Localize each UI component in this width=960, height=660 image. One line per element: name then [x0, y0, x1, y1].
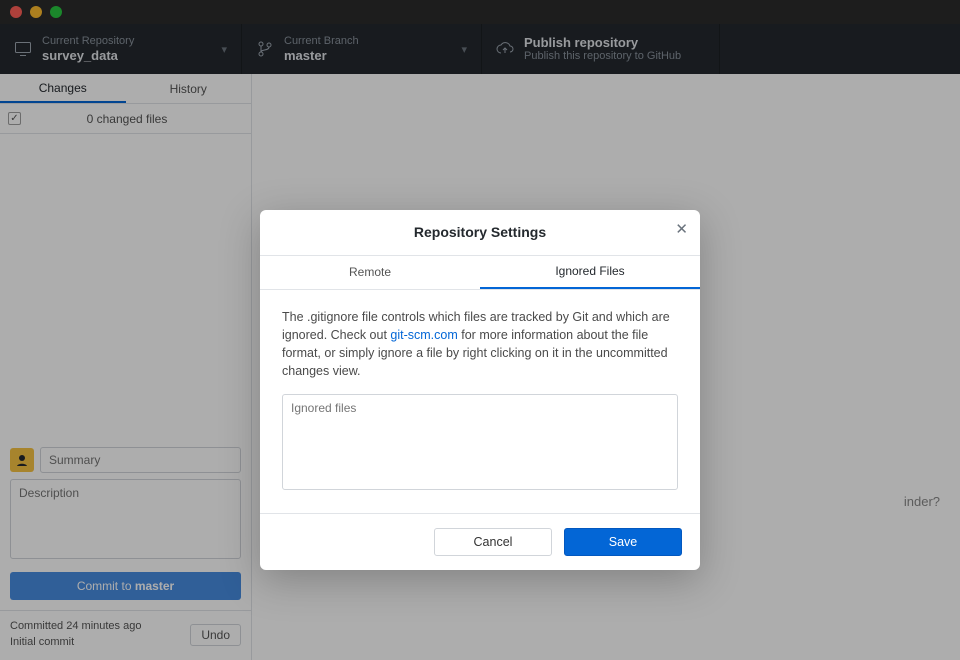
tab-ignored-files[interactable]: Ignored Files	[480, 256, 700, 289]
app-window: Current Repository survey_data ▾ Current…	[0, 0, 960, 660]
save-button[interactable]: Save	[564, 528, 682, 556]
modal-body: The .gitignore file controls which files…	[260, 290, 700, 514]
modal-tabs: Remote Ignored Files	[260, 256, 700, 290]
cancel-button[interactable]: Cancel	[434, 528, 552, 556]
tab-remote[interactable]: Remote	[260, 256, 480, 289]
modal-title: Repository Settings	[414, 224, 546, 240]
ignored-files-textarea[interactable]	[282, 394, 678, 490]
git-scm-link[interactable]: git-scm.com	[390, 328, 457, 342]
modal-footer: Cancel Save	[260, 513, 700, 570]
close-icon[interactable]: ✕	[675, 220, 688, 238]
repository-settings-modal: Repository Settings ✕ Remote Ignored Fil…	[260, 210, 700, 571]
modal-header: Repository Settings ✕	[260, 210, 700, 256]
